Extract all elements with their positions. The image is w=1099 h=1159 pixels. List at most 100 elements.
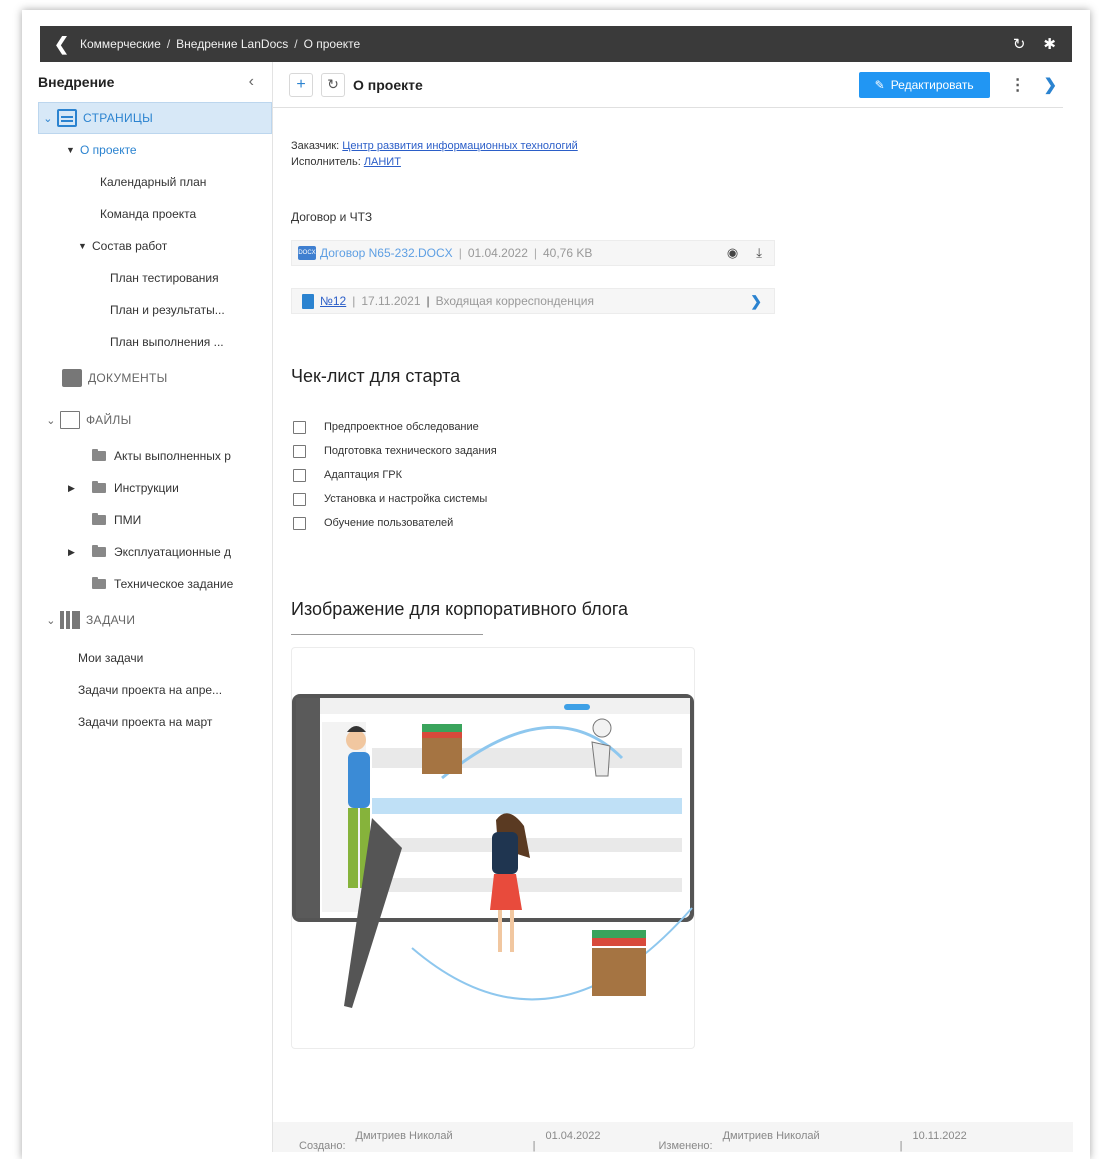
attachment-row[interactable]: DOCX Договор N65-232.DOCX | 01.04.2022 |… [291, 240, 775, 266]
task-item[interactable]: Задачи проекта на апре... [38, 674, 272, 706]
folder-item[interactable]: Техническое задание [38, 568, 272, 600]
sidebar-item-label: Календарный план [100, 175, 207, 189]
customer-link[interactable]: Центр развития информационных технологий [342, 140, 577, 152]
file-icon [60, 411, 80, 429]
download-icon[interactable]: ⤓ [756, 245, 762, 261]
pencil-icon: ✎ [874, 77, 885, 92]
section-label: ДОКУМЕНТЫ [88, 371, 168, 385]
folder-item[interactable]: ▶ Эксплуатационные д [38, 536, 272, 568]
breadcrumb-item[interactable]: Внедрение LanDocs [176, 37, 288, 51]
checkbox[interactable] [293, 492, 306, 506]
sidebar-header: Внедрение ‹ [38, 62, 272, 102]
checkbox[interactable] [293, 468, 306, 482]
breadcrumb-item: О проекте [303, 37, 361, 51]
sidebar-item-label: План тестирования [110, 271, 219, 285]
document-icon [302, 293, 314, 309]
eye-icon[interactable]: ◉ [727, 245, 738, 261]
executor-label: Исполнитель: [291, 156, 361, 168]
customer-label: Заказчик: [291, 140, 340, 152]
image-section-title: Изображение для корпоративного блога [291, 599, 629, 619]
refresh-icon[interactable]: ↻ [1013, 35, 1026, 53]
sidebar-item-label: Состав работ [92, 239, 168, 253]
sidebar-item-calendar[interactable]: Календарный план [38, 166, 272, 198]
document-icon [62, 369, 82, 387]
edit-button-label: Редактировать [890, 77, 974, 92]
breadcrumb-item[interactable]: Коммерческие [80, 37, 161, 51]
checkbox[interactable] [293, 420, 306, 434]
checklist-label: Предпроектное обследование [324, 421, 479, 433]
section-documents[interactable]: ДОКУМЕНТЫ [38, 362, 272, 394]
correspondence-row[interactable]: №12 | 17.11.2021 | Входящая корреспонден… [291, 288, 775, 314]
folder-icon [92, 449, 106, 461]
sidebar-item-results-plan[interactable]: План и результаты... [38, 294, 272, 326]
caret-down-icon[interactable]: ▼ [66, 145, 80, 155]
folder-icon [92, 513, 106, 525]
sidebar-item-team[interactable]: Команда проекта [38, 198, 272, 230]
attachment-date: 01.04.2022 [467, 246, 528, 260]
sidebar-item-label: План выполнения ... [110, 335, 224, 349]
folder-item[interactable]: Акты выполненных р [38, 440, 272, 472]
task-item[interactable]: Задачи проекта на март [38, 706, 272, 738]
folder-icon [92, 577, 106, 589]
blog-illustration[interactable] [291, 647, 695, 1049]
task-item[interactable]: Мои задачи [38, 642, 272, 674]
checklist-item[interactable]: Установка и настройка системы [291, 487, 1073, 511]
attachment-size: 40,76 KB [543, 246, 593, 260]
checklist-item[interactable]: Предпроектное обследование [291, 415, 1073, 439]
top-bar: ❮ Коммерческие / Внедрение LanDocs / О п… [40, 26, 1072, 62]
checklist-label: Подготовка технического задания [324, 445, 497, 457]
checklist-item[interactable]: Подготовка технического задания [291, 439, 1073, 463]
section-pages[interactable]: ⌄ СТРАНИЦЫ [38, 102, 272, 134]
checkbox[interactable] [293, 516, 306, 530]
correspondence-type: Входящая корреспонденция [435, 294, 594, 308]
created-date: 01.04.2022 [545, 1130, 601, 1142]
correspondence-number[interactable]: №12 [320, 294, 346, 308]
checklist-label: Адаптация ГРК [324, 469, 403, 481]
task-label: Задачи проекта на март [78, 715, 213, 729]
attachment-name[interactable]: Договор N65-232.DOCX [320, 246, 453, 260]
caret-right-icon[interactable]: ▶ [68, 483, 92, 494]
sidebar-title: Внедрение [38, 74, 115, 90]
contract-heading: Договор и ЧТЗ [291, 210, 373, 224]
checklist-item[interactable]: Адаптация ГРК [291, 463, 1073, 487]
sidebar-item-test-plan[interactable]: План тестирования [38, 262, 272, 294]
collapse-sidebar-icon[interactable]: ‹ [249, 73, 254, 91]
checkbox[interactable] [293, 444, 306, 458]
refresh-page-button[interactable]: ↻ [321, 72, 345, 97]
page-footer: Создано: Дмитриев Николай | 01.04.2022 И… [273, 1122, 1073, 1152]
sidebar-item-label: Команда проекта [100, 207, 197, 221]
executor-link[interactable]: ЛАНИТ [364, 156, 401, 168]
chevron-down-icon[interactable]: ⌄ [39, 112, 57, 125]
task-label: Задачи проекта на апре... [78, 683, 223, 697]
illustration-svg [292, 694, 694, 1008]
modified-label: Изменено: [658, 1140, 713, 1152]
folder-item[interactable]: ▶ Инструкции [38, 472, 272, 504]
sidebar: Внедрение ‹ ⌄ СТРАНИЦЫ ▼ О проекте Кален… [38, 62, 272, 1152]
sidebar-item-about[interactable]: ▼ О проекте [38, 134, 272, 166]
folder-item[interactable]: ПМИ [38, 504, 272, 536]
add-page-button[interactable]: + [289, 72, 313, 97]
gear-icon[interactable]: ✱ [1043, 35, 1056, 53]
more-options-icon[interactable]: ⋮ [1010, 75, 1026, 95]
sidebar-item-exec-plan[interactable]: План выполнения ... [38, 326, 272, 358]
created-label: Создано: [299, 1140, 346, 1152]
modified-by: Дмитриев Николай [722, 1130, 820, 1142]
folder-label: Инструкции [114, 481, 179, 495]
sidebar-item-works[interactable]: ▼ Состав работ [38, 230, 272, 262]
breadcrumb-separator: / [294, 37, 298, 51]
section-files[interactable]: ⌄ ФАЙЛЫ [38, 404, 272, 436]
edit-button[interactable]: ✎ Редактировать [858, 71, 990, 98]
checklist-title: Чек-лист для старта [291, 366, 461, 386]
separator: | [426, 294, 430, 308]
chevron-right-icon[interactable]: ❯ [1044, 75, 1057, 95]
back-icon[interactable]: ❮ [54, 34, 80, 55]
checklist-item[interactable]: Обучение пользователей [291, 511, 1073, 535]
chevron-right-icon[interactable]: ❯ [750, 293, 762, 310]
chevron-down-icon[interactable]: ⌄ [42, 614, 60, 627]
checklist-label: Установка и настройка системы [324, 493, 488, 505]
chevron-down-icon[interactable]: ⌄ [42, 414, 60, 427]
section-tasks[interactable]: ⌄ ЗАДАЧИ [38, 604, 272, 636]
caret-down-icon[interactable]: ▼ [78, 241, 92, 251]
caret-right-icon[interactable]: ▶ [68, 547, 92, 558]
folder-label: Техническое задание [114, 577, 234, 591]
